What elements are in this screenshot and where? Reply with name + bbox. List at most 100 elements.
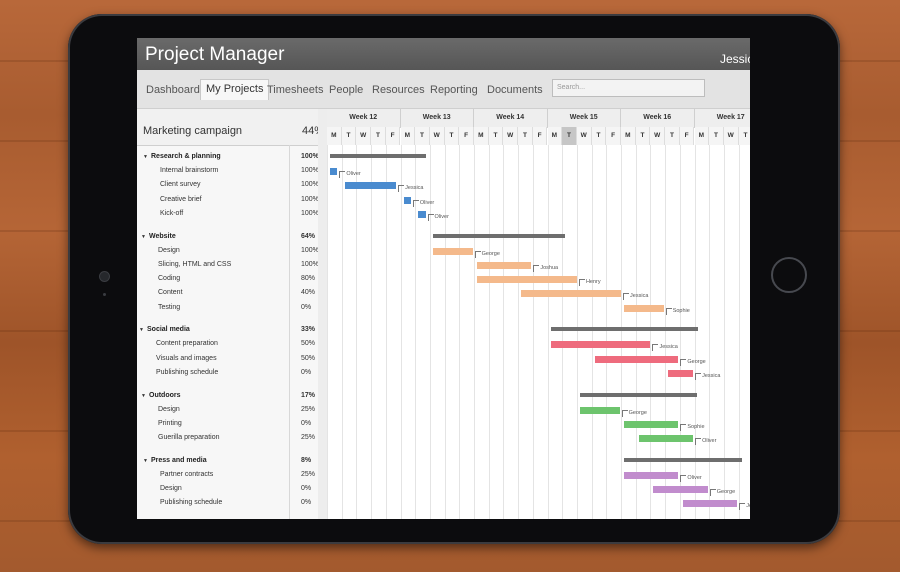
connector-line — [533, 264, 540, 272]
task-bar[interactable] — [418, 210, 426, 218]
group-label[interactable]: Website — [149, 233, 176, 240]
group-summary-bar[interactable] — [624, 457, 742, 462]
collapse-triangle-icon[interactable]: ▼ — [143, 458, 148, 464]
nav-my-projects[interactable]: My Projects — [200, 79, 270, 100]
task-progress: 50% — [301, 340, 316, 348]
task-label[interactable]: Guerilla preparation — [158, 434, 219, 441]
pane-divider[interactable] — [318, 109, 327, 519]
task-label[interactable]: Kick-off — [160, 210, 183, 217]
task-bar[interactable] — [653, 486, 708, 494]
week-header: Week 14 — [474, 109, 548, 128]
search-input[interactable]: Search... — [552, 79, 705, 97]
task-progress: 0% — [301, 303, 312, 311]
task-label[interactable]: Publishing schedule — [160, 499, 222, 506]
day-header: M — [547, 127, 563, 145]
group-progress: 17% — [301, 391, 316, 399]
group-progress: 64% — [301, 232, 316, 240]
task-label[interactable]: Coding — [158, 275, 180, 282]
grid-line — [635, 145, 637, 519]
grid-line — [709, 145, 711, 519]
task-progress: 25% — [301, 434, 316, 442]
grid-line — [444, 145, 446, 519]
task-bar[interactable] — [624, 420, 679, 428]
grid-line — [356, 145, 358, 519]
task-bar[interactable] — [477, 276, 577, 284]
assignee-label: Jessica — [746, 503, 750, 510]
day-header: F — [385, 127, 401, 145]
task-label[interactable]: Client survey — [160, 181, 200, 188]
home-button[interactable] — [771, 257, 807, 293]
task-label[interactable]: Design — [158, 247, 180, 254]
group-label[interactable]: Research & planning — [151, 153, 221, 160]
group-summary-bar[interactable] — [432, 233, 566, 238]
group-label[interactable]: Press and media — [151, 457, 207, 464]
day-header: T — [371, 127, 386, 145]
collapse-triangle-icon[interactable]: ▼ — [141, 393, 146, 399]
nav-people[interactable]: People — [324, 81, 368, 99]
task-progress: 100% — [301, 167, 319, 175]
task-bar[interactable] — [521, 290, 622, 298]
connector-line — [578, 279, 585, 287]
connector-line — [427, 213, 434, 221]
task-label[interactable]: Partner contracts — [160, 471, 213, 478]
group-progress: 33% — [301, 326, 316, 334]
task-label[interactable]: Slicing, HTML and CSS — [158, 261, 231, 268]
task-bar[interactable] — [638, 435, 694, 443]
task-label[interactable]: Creative brief — [160, 196, 202, 203]
nav-documents[interactable]: Documents — [482, 81, 548, 99]
nav-timesheets[interactable]: Timesheets — [262, 81, 328, 99]
grid-line — [621, 145, 622, 519]
title-bar: Project Manager Jessica — [137, 38, 750, 70]
task-progress: 25% — [301, 405, 316, 413]
day-header: T — [665, 127, 680, 145]
group-summary-bar[interactable] — [550, 327, 698, 332]
day-header: F — [679, 127, 695, 145]
day-header: M — [400, 127, 416, 145]
task-label[interactable]: Content — [158, 289, 183, 296]
nav-resources[interactable]: Resources — [367, 81, 430, 99]
task-bar[interactable] — [330, 168, 338, 176]
grid-line — [665, 145, 667, 519]
task-bar[interactable] — [668, 369, 694, 377]
group-label[interactable]: Social media — [147, 326, 190, 333]
collapse-triangle-icon[interactable]: ▼ — [143, 154, 148, 160]
nav-reporting[interactable]: Reporting — [425, 81, 483, 99]
user-name[interactable]: Jessica — [720, 52, 750, 66]
connector-line — [652, 344, 659, 352]
group-summary-bar[interactable] — [579, 392, 698, 397]
assignee-label: Oliver — [702, 438, 717, 445]
nav-dashboard[interactable]: Dashboard — [141, 81, 205, 99]
assignee-label: Jessica — [630, 293, 649, 300]
task-bar[interactable] — [403, 196, 411, 204]
collapse-triangle-icon[interactable]: ▼ — [141, 234, 146, 240]
task-bar[interactable] — [432, 247, 473, 255]
task-label[interactable]: Design — [160, 485, 182, 492]
day-header: M — [474, 127, 489, 145]
day-header: F — [532, 127, 548, 145]
assignee-label: Oliver — [687, 475, 702, 481]
task-label[interactable]: Testing — [158, 304, 180, 311]
task-bar[interactable] — [594, 355, 679, 363]
task-bar[interactable] — [477, 261, 532, 269]
task-bar[interactable] — [344, 182, 397, 190]
grid-line — [327, 145, 328, 519]
assignee-label: George — [687, 358, 706, 365]
day-header: T — [341, 127, 357, 145]
task-bar[interactable] — [579, 406, 620, 414]
connector-line — [680, 358, 687, 366]
task-label[interactable]: Internal brainstorm — [160, 167, 218, 174]
task-bar[interactable] — [550, 341, 651, 349]
task-label[interactable]: Design — [158, 406, 180, 413]
task-label[interactable]: Visuals and images — [156, 355, 217, 362]
task-bar[interactable] — [624, 472, 679, 479]
task-bar[interactable] — [624, 304, 664, 312]
task-label[interactable]: Publishing schedule — [156, 369, 218, 376]
group-summary-bar[interactable] — [330, 154, 426, 158]
collapse-triangle-icon[interactable]: ▼ — [139, 327, 144, 333]
task-bar[interactable] — [682, 500, 738, 508]
day-header: W — [503, 127, 519, 145]
task-label[interactable]: Printing — [158, 420, 182, 427]
assignee-label: Oliver — [346, 171, 361, 178]
task-label[interactable]: Content preparation — [156, 340, 218, 347]
group-label[interactable]: Outdoors — [149, 392, 181, 399]
